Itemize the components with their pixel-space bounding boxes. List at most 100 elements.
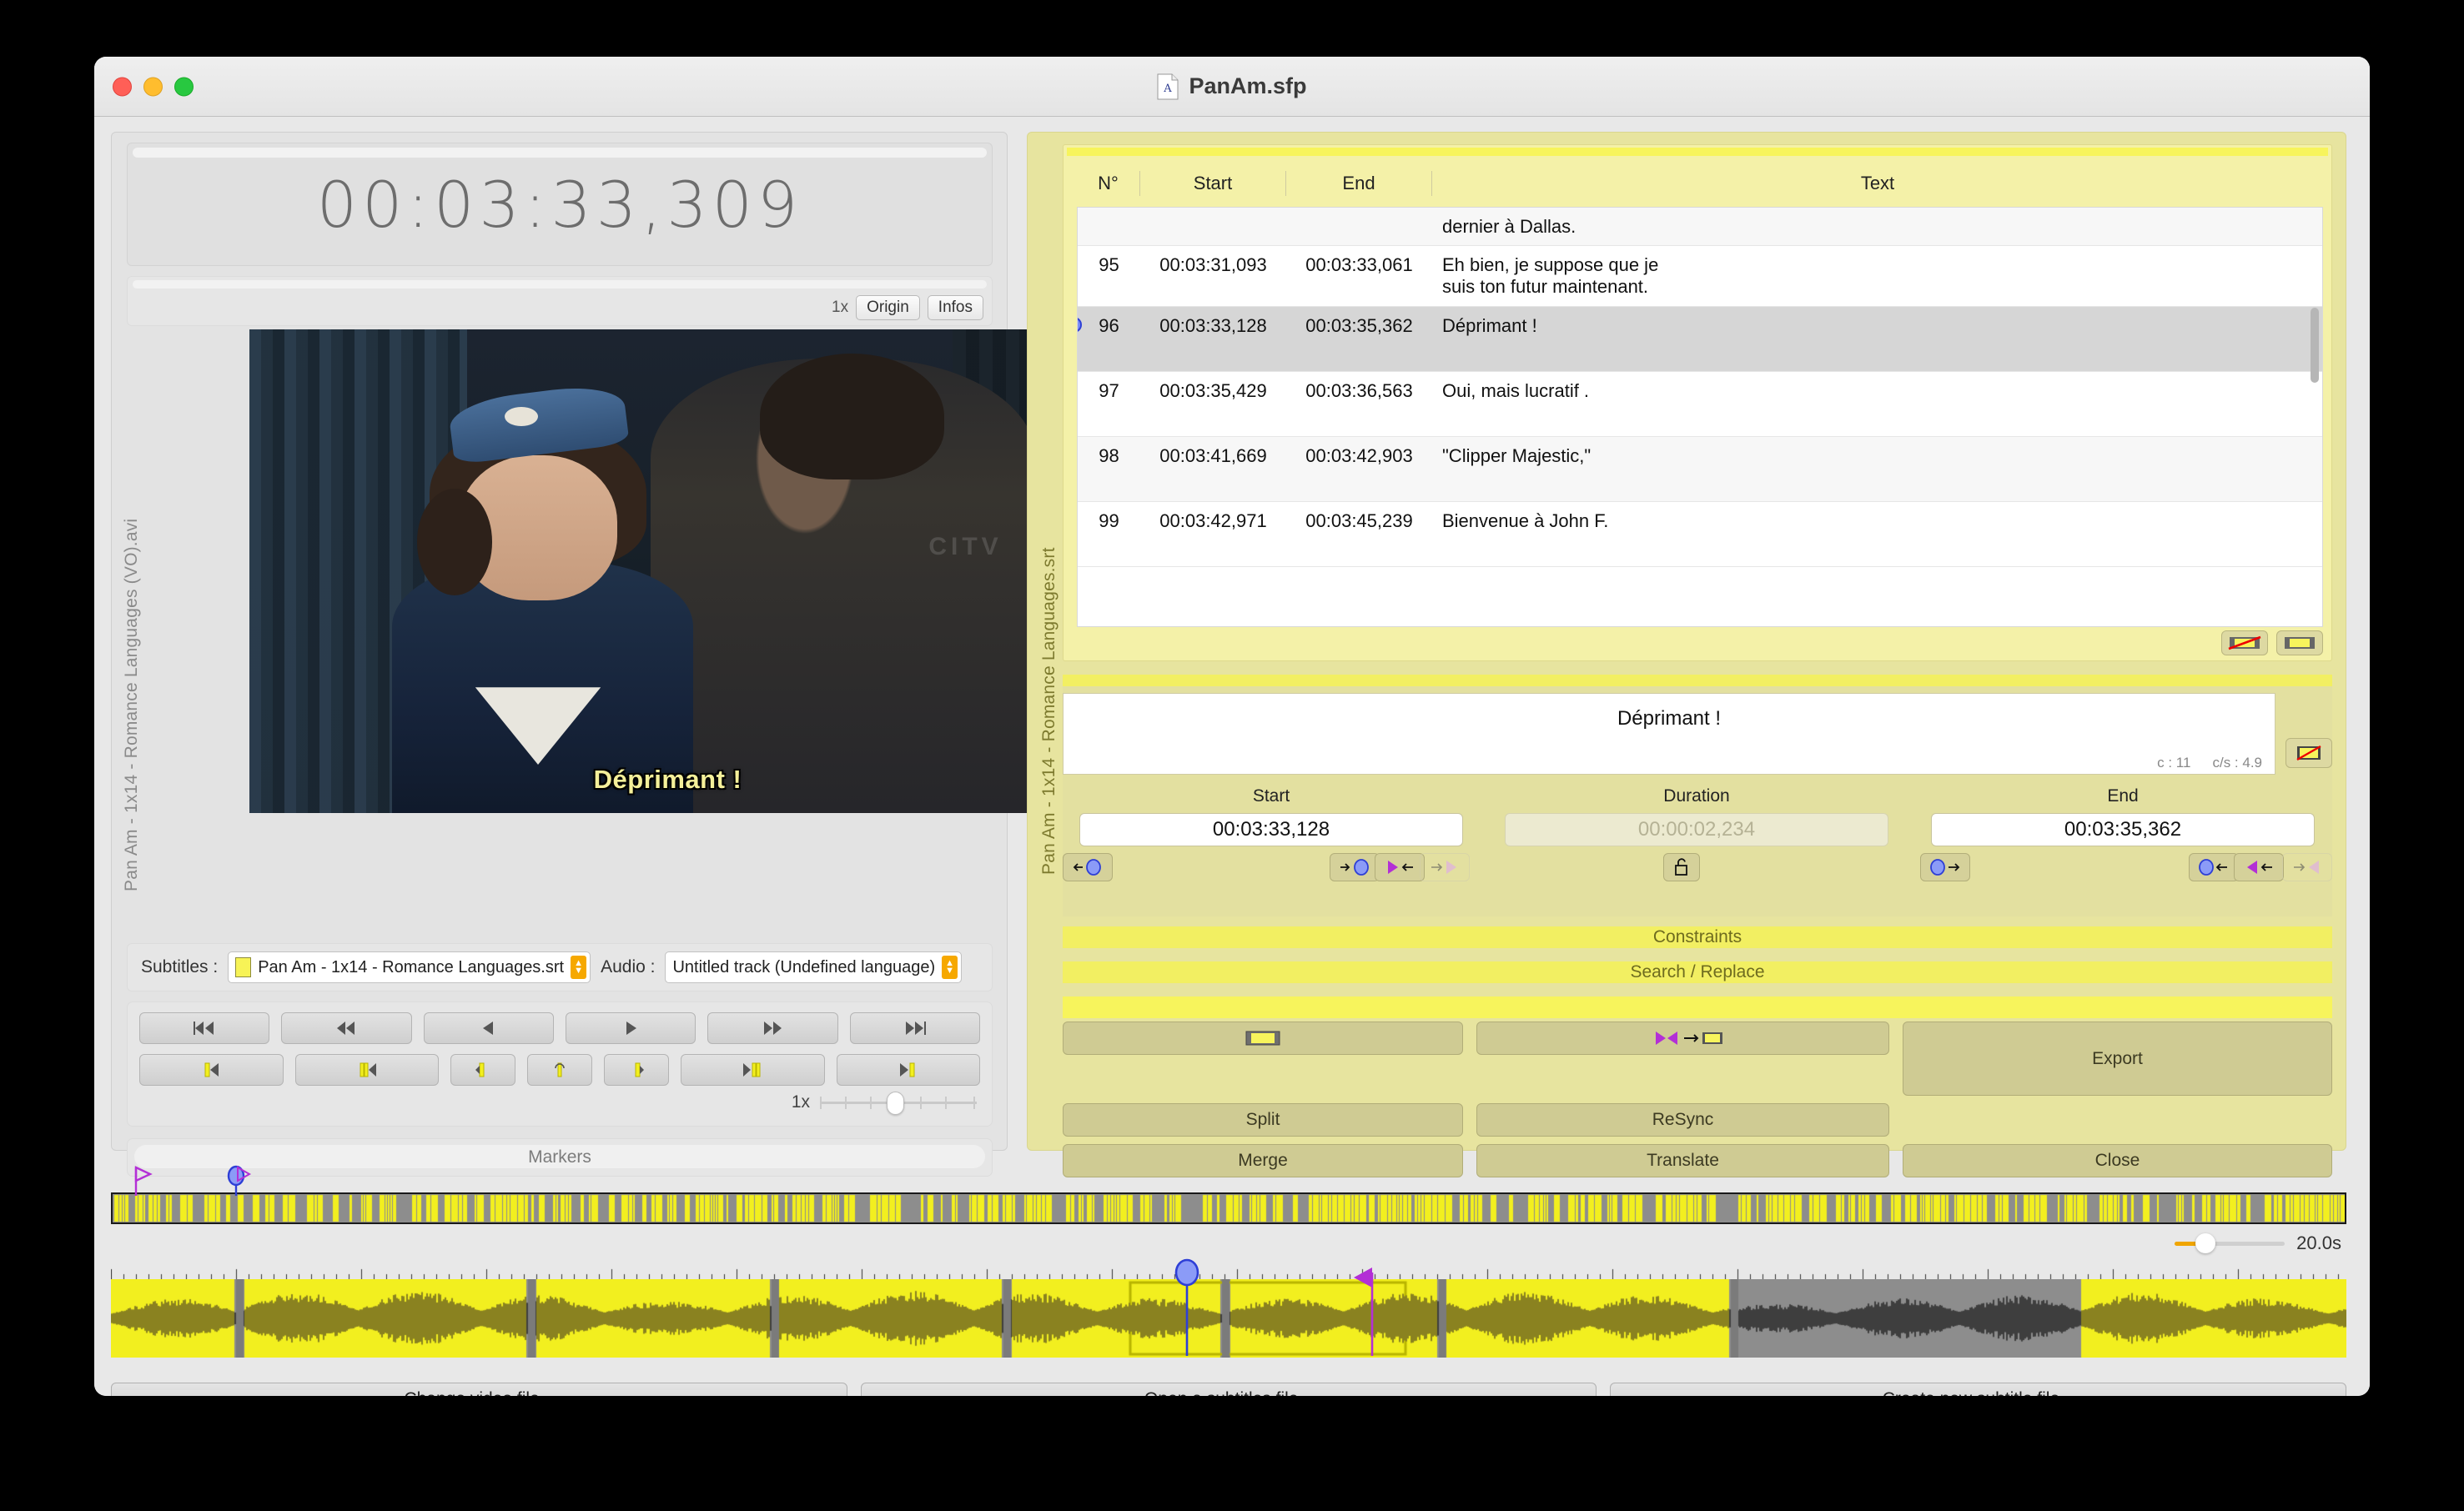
waveform-canvas[interactable]: [111, 1279, 2346, 1358]
playback-speed-slider[interactable]: [820, 1092, 977, 1115]
video-preview[interactable]: CITV Déprimant !: [249, 329, 1086, 813]
table-row[interactable]: 95 00:03:31,093 00:03:33,061 Eh bien, je…: [1078, 246, 2322, 307]
subtitle-out-icon[interactable]: [604, 1054, 669, 1086]
subtitle-enabled-icon[interactable]: [2276, 630, 2323, 655]
column-header-text[interactable]: Text: [1431, 171, 2323, 196]
cell-number: 98: [1099, 445, 1119, 466]
cell-start: 00:03:31,093: [1159, 254, 1267, 275]
extend-end-button[interactable]: [2282, 853, 2332, 881]
source-selectors: Subtitles : Pan Am - 1x14 - Romance Lang…: [127, 943, 993, 991]
slider-tick: [870, 1097, 872, 1109]
column-header-end[interactable]: End: [1285, 171, 1431, 196]
skip-to-start-icon[interactable]: [139, 1012, 270, 1044]
next-subtitle-end-icon[interactable]: [836, 1054, 980, 1086]
step-back-icon[interactable]: [423, 1012, 554, 1044]
timing-icon-buttons: [1063, 853, 2332, 885]
table-row[interactable]: 99 00:03:42,971 00:03:45,239 Bienvenue à…: [1078, 502, 2322, 567]
duration-input[interactable]: 00:00:02,234: [1505, 813, 1888, 846]
zoom-value-label: 20.0s: [2296, 1232, 2341, 1253]
move-playhead-to-end-button[interactable]: [1920, 853, 1970, 881]
prev-subtitle-icon[interactable]: [294, 1054, 439, 1086]
window-controls[interactable]: [113, 77, 194, 96]
cell-text: Bienvenue à John F.: [1442, 510, 1609, 531]
timeline-overview[interactable]: [111, 1192, 2346, 1224]
loop-subtitle-icon[interactable]: [527, 1054, 592, 1086]
end-input[interactable]: 00:03:35,362: [1931, 813, 2315, 846]
subtitles-select[interactable]: Pan Am - 1x14 - Romance Languages.srt ▲ ▼: [228, 951, 591, 983]
table-row[interactable]: dernier à Dallas.: [1078, 208, 2322, 246]
prev-subtitle-start-icon[interactable]: [139, 1054, 284, 1086]
create-subtitle-file-button[interactable]: Create new subtitle file...: [1610, 1383, 2347, 1396]
play-icon[interactable]: [565, 1012, 696, 1044]
duration-label: Duration: [1663, 786, 1730, 806]
table-scrollbar[interactable]: [2311, 308, 2319, 383]
cell-text: Déprimant !: [1442, 315, 1537, 336]
constraints-label: Constraints: [1652, 927, 1742, 946]
set-start-from-playhead-button[interactable]: [1063, 853, 1113, 881]
slider-tick: [820, 1097, 822, 1109]
unlock-icon[interactable]: [1663, 853, 1700, 881]
cell-start: [1140, 208, 1286, 245]
slider-knob[interactable]: [887, 1092, 904, 1115]
app-window: A PanAm.sfp Pan Am - 1x14 - Romance Lang…: [94, 57, 2370, 1396]
rewind-fast-icon[interactable]: [281, 1012, 412, 1044]
timing-labels: Start Duration End: [1063, 786, 2332, 806]
resync-button[interactable]: ReSync: [1476, 1103, 1889, 1137]
split-button[interactable]: Split: [1063, 1103, 1463, 1137]
zoom-slider-knob[interactable]: [2195, 1233, 2216, 1253]
infos-button[interactable]: Infos: [927, 295, 983, 320]
snap-to-shot-icon[interactable]: [1476, 1022, 1889, 1055]
snap-start-to-marker-button[interactable]: [1375, 853, 1425, 881]
playback-speed-label: 1x: [791, 1092, 810, 1112]
table-row[interactable]: 97 00:03:35,429 00:03:36,563 Oui, mais l…: [1078, 372, 2322, 437]
origin-button[interactable]: Origin: [856, 295, 920, 320]
audio-select[interactable]: Untitled track (Undefined language) ▲ ▼: [665, 951, 963, 983]
action-row-1: Export: [1063, 1022, 2332, 1096]
start-input[interactable]: 00:03:33,128: [1079, 813, 1463, 846]
column-header-start[interactable]: Start: [1139, 171, 1285, 196]
subtitle-text-input[interactable]: Déprimant !: [1063, 693, 2275, 775]
open-subtitles-file-button[interactable]: Open a subtitles file...: [860, 1383, 1597, 1396]
snap-end-to-marker-button[interactable]: [2234, 853, 2284, 881]
video-toolbar: 1x Origin Infos: [127, 276, 993, 326]
search-replace-section-toggle[interactable]: Search / Replace: [1063, 961, 2332, 983]
constraints-section-toggle[interactable]: Constraints: [1063, 926, 2332, 948]
set-end-from-playhead-button[interactable]: [2189, 853, 2239, 881]
adjust-subtitle-icon[interactable]: [1063, 1022, 1463, 1055]
table-row-selected[interactable]: 96 00:03:33,128 00:03:35,362 Déprimant !: [1078, 307, 2322, 372]
timing-fields: 00:03:33,128 00:00:02,234 00:03:35,362: [1063, 813, 2332, 846]
waveform-panel[interactable]: [111, 1258, 2346, 1358]
subtitles-stepper-icon[interactable]: ▲ ▼: [571, 956, 587, 979]
column-header-number[interactable]: N°: [1077, 171, 1139, 196]
subtitles-label: Subtitles :: [141, 957, 219, 976]
next-subtitle-icon[interactable]: [681, 1054, 825, 1086]
window-title: A PanAm.sfp: [1157, 73, 1307, 100]
audio-stepper-icon[interactable]: ▲ ▼: [942, 956, 958, 979]
zoom-slider[interactable]: [2175, 1233, 2285, 1253]
subtitle-warning-icon[interactable]: [2285, 738, 2332, 768]
cell-end: 00:03:45,239: [1305, 510, 1413, 531]
move-playhead-to-start-button[interactable]: [1330, 853, 1380, 881]
subtitles-select-value: Pan Am - 1x14 - Romance Languages.srt: [258, 957, 565, 976]
forward-fast-icon[interactable]: [707, 1012, 838, 1044]
change-video-file-button[interactable]: Change video file...: [111, 1383, 847, 1396]
subtitle-disabled-icon[interactable]: [2221, 630, 2268, 655]
cell-end: 00:03:33,061: [1305, 254, 1413, 275]
editor-top-strip: [1063, 675, 2332, 686]
cell-number: [1078, 208, 1140, 245]
slider-tick: [945, 1097, 947, 1109]
maximize-window-button[interactable]: [174, 77, 194, 96]
minimize-window-button[interactable]: [143, 77, 163, 96]
transport-row-primary: [139, 1012, 980, 1044]
subtitle-in-icon[interactable]: [450, 1054, 515, 1086]
cell-number: 95: [1099, 254, 1119, 275]
skip-to-end-icon[interactable]: [849, 1012, 980, 1044]
timeline-zoom-control: 20.0s: [2175, 1232, 2341, 1254]
export-button[interactable]: Export: [1903, 1022, 2332, 1096]
overview-canvas[interactable]: [113, 1194, 2345, 1222]
table-row[interactable]: 98 00:03:41,669 00:03:42,903 "Clipper Ma…: [1078, 437, 2322, 502]
close-window-button[interactable]: [113, 77, 132, 96]
slider-tick: [973, 1097, 975, 1109]
extend-start-button[interactable]: [1420, 853, 1470, 881]
video-frame: CITV: [249, 329, 1086, 813]
